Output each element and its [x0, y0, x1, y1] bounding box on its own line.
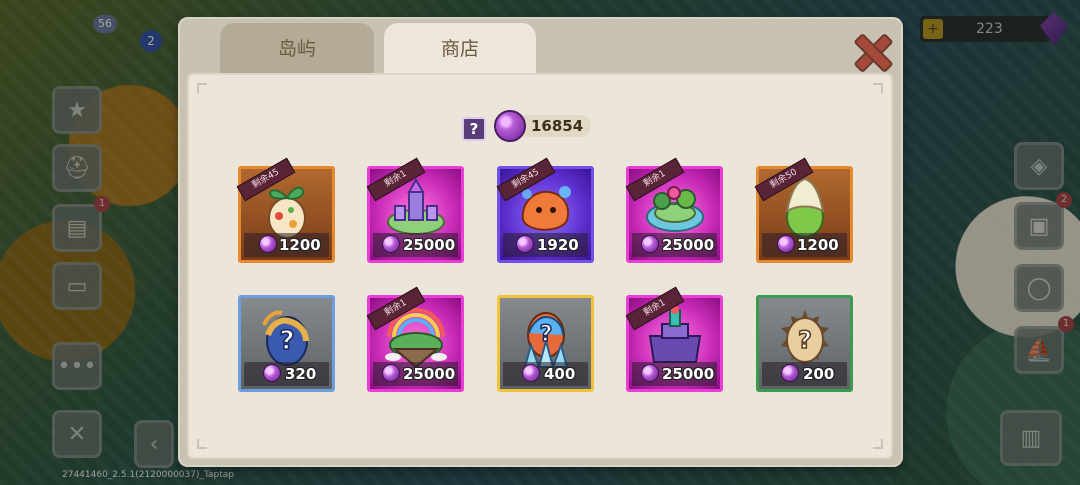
- item-price: 25000: [662, 236, 715, 254]
- currency-orb-icon: [259, 235, 277, 253]
- svg-text:?: ?: [279, 326, 294, 356]
- currency-orb-icon: [382, 235, 400, 253]
- currency-orb-icon: [516, 235, 534, 253]
- item-price: 200: [803, 365, 835, 383]
- balance-value: 16854: [521, 115, 592, 137]
- svg-text:?: ?: [539, 322, 552, 347]
- currency-orb-icon: [263, 364, 281, 382]
- currency-orb-icon: [494, 110, 526, 142]
- tab-islands[interactable]: 岛屿: [220, 23, 374, 77]
- currency-orb-icon: [522, 364, 540, 382]
- item-price: 320: [285, 365, 317, 383]
- help-button[interactable]: ?: [462, 117, 486, 141]
- item-price: 25000: [403, 236, 456, 254]
- currency-orb-icon: [641, 235, 659, 253]
- mystery-spiked-egg-icon: ?: [780, 310, 829, 367]
- currency-orb-icon: [777, 235, 795, 253]
- shop-item[interactable]: ? 400: [497, 295, 594, 392]
- item-price: 1920: [537, 236, 579, 254]
- shop-item[interactable]: ? 200: [756, 295, 853, 392]
- svg-text:?: ?: [798, 326, 812, 354]
- item-price: 1200: [279, 236, 321, 254]
- currency-orb-icon: [641, 364, 659, 382]
- item-price: 25000: [403, 365, 456, 383]
- shop-item[interactable]: ? 320: [238, 295, 335, 392]
- shop-modal: 岛屿 商店 ? 16854 1200 剩余45 25000 剩余1 1920 剩…: [178, 17, 903, 467]
- tab-shop[interactable]: 商店: [384, 23, 536, 77]
- currency-orb-icon: [382, 364, 400, 382]
- item-price: 25000: [662, 365, 715, 383]
- item-price: 400: [544, 365, 576, 383]
- item-price: 1200: [797, 236, 839, 254]
- currency-orb-icon: [781, 364, 799, 382]
- close-icon[interactable]: [850, 30, 892, 72]
- shop-panel: ? 16854 1200 剩余45 25000 剩余1 1920 剩余45 25…: [187, 73, 893, 459]
